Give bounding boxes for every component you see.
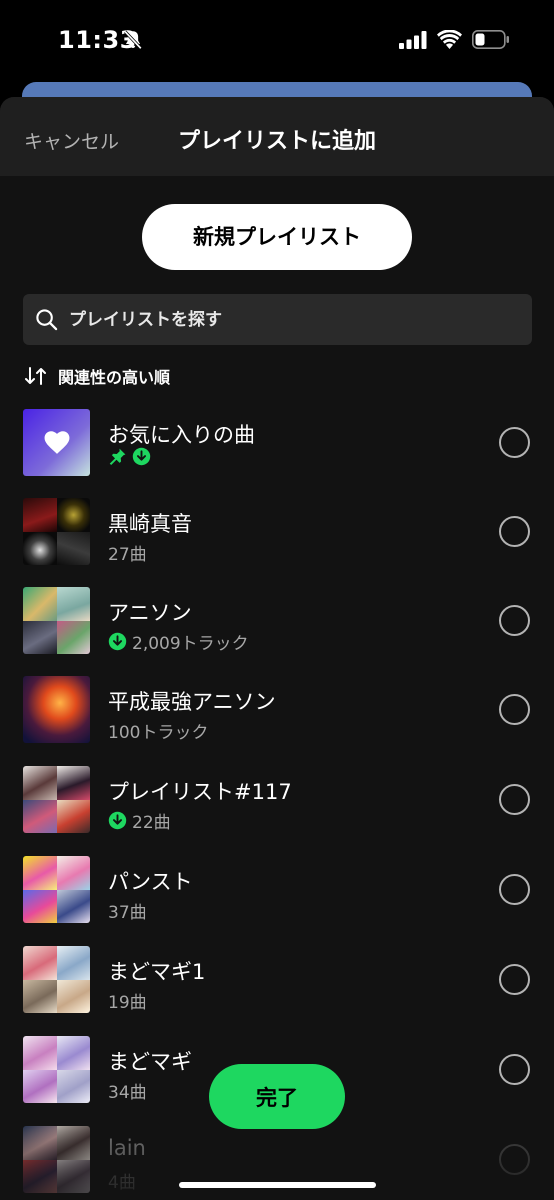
playlist-title: まどマギ1 bbox=[108, 960, 206, 984]
heart-icon bbox=[44, 430, 69, 454]
battery-icon bbox=[472, 30, 509, 49]
playlist-count: 2,009トラック bbox=[132, 634, 249, 654]
done-button[interactable]: 完了 bbox=[209, 1064, 345, 1129]
playlist-cover bbox=[23, 498, 90, 565]
playlist-title: まどマギ bbox=[108, 1050, 192, 1074]
select-radio[interactable] bbox=[499, 1054, 530, 1085]
playlist-title: パンスト bbox=[108, 870, 193, 894]
list-item[interactable]: 平成最強アニソン 100トラック bbox=[0, 676, 554, 746]
playlist-title: 黒崎真音 bbox=[108, 512, 192, 536]
playlist-title: 平成最強アニソン bbox=[108, 690, 276, 714]
downloaded-icon bbox=[132, 447, 151, 466]
home-indicator bbox=[179, 1182, 376, 1188]
signal-icon bbox=[399, 30, 427, 49]
list-item[interactable]: 黒崎真音 27曲 bbox=[0, 498, 554, 568]
new-playlist-button[interactable]: 新規プレイリスト bbox=[142, 204, 412, 270]
sort-label: 関連性の高い順 bbox=[58, 368, 171, 387]
playlist-cover bbox=[23, 587, 90, 654]
sheet-header: キャンセル プレイリストに追加 bbox=[0, 97, 554, 176]
sheet-title: プレイリストに追加 bbox=[177, 129, 376, 154]
playlist-subtitle: 27曲 bbox=[108, 540, 147, 565]
search-input[interactable] bbox=[69, 294, 519, 345]
playlist-count: 22曲 bbox=[132, 813, 171, 833]
search-icon bbox=[36, 309, 58, 331]
list-item[interactable]: プレイリスト#117 22曲 bbox=[0, 766, 554, 836]
playlist-count: 27曲 bbox=[108, 545, 147, 565]
playlist-cover bbox=[23, 676, 90, 743]
select-radio[interactable] bbox=[499, 874, 530, 905]
select-radio[interactable] bbox=[499, 1144, 530, 1175]
select-radio[interactable] bbox=[499, 516, 530, 547]
select-radio[interactable] bbox=[499, 427, 530, 458]
playlist-subtitle: 34曲 bbox=[108, 1078, 147, 1103]
downloaded-icon bbox=[108, 632, 127, 651]
status-icons bbox=[399, 30, 510, 49]
liked-songs-cover bbox=[23, 409, 90, 476]
playlist-title: アニソン bbox=[108, 601, 192, 625]
playlist-subtitle: 22曲 bbox=[108, 808, 171, 833]
wifi-icon bbox=[437, 30, 462, 49]
playlist-cover bbox=[23, 1126, 90, 1193]
silent-bell-icon bbox=[124, 30, 142, 50]
add-to-playlist-sheet: キャンセル プレイリストに追加 新規プレイリスト 関連性の高い順 お気に入りの曲 bbox=[0, 97, 554, 1200]
list-item[interactable]: パンスト 37曲 bbox=[0, 856, 554, 926]
playlist-cover bbox=[23, 1036, 90, 1103]
playlist-title: lain bbox=[108, 1136, 146, 1160]
pin-icon bbox=[109, 448, 126, 466]
downloaded-icon bbox=[108, 811, 127, 830]
playlist-cover bbox=[23, 856, 90, 923]
select-radio[interactable] bbox=[499, 784, 530, 815]
playlist-title: プレイリスト#117 bbox=[108, 780, 292, 804]
search-box[interactable] bbox=[23, 294, 532, 345]
playlist-title: お気に入りの曲 bbox=[108, 423, 255, 447]
playlist-subtitle: 2,009トラック bbox=[108, 629, 249, 654]
sort-selector[interactable]: 関連性の高い順 bbox=[24, 364, 170, 388]
playlist-subtitle: 19曲 bbox=[108, 988, 147, 1013]
list-item[interactable]: まどマギ1 19曲 bbox=[0, 946, 554, 1016]
playlist-count: 34曲 bbox=[108, 1083, 147, 1103]
select-radio[interactable] bbox=[499, 694, 530, 725]
status-bar: 11:33 bbox=[0, 0, 554, 84]
playlist-count: 37曲 bbox=[108, 903, 147, 923]
playlist-count: 100トラック bbox=[108, 723, 209, 743]
select-radio[interactable] bbox=[499, 605, 530, 636]
playlist-subtitle: 37曲 bbox=[108, 898, 147, 923]
sort-arrows-icon bbox=[25, 367, 46, 385]
playlist-subtitle: 100トラック bbox=[108, 718, 208, 743]
playlist-subtitle bbox=[108, 447, 156, 466]
select-radio[interactable] bbox=[499, 964, 530, 995]
list-item[interactable]: お気に入りの曲 bbox=[0, 409, 554, 479]
playlist-count: 4曲 bbox=[108, 1173, 136, 1193]
playlist-count: 19曲 bbox=[108, 993, 147, 1013]
playlist-cover bbox=[23, 946, 90, 1013]
playlist-subtitle: 4曲 bbox=[108, 1168, 136, 1193]
list-item[interactable]: アニソン 2,009トラック bbox=[0, 587, 554, 657]
playlist-cover bbox=[23, 766, 90, 833]
